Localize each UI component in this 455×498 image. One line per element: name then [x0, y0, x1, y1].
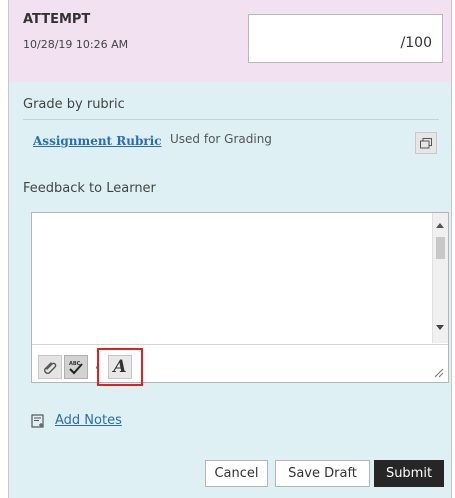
- attempt-title: ATTEMPT: [23, 12, 91, 27]
- scroll-up-icon[interactable]: [436, 223, 444, 228]
- rubric-link[interactable]: Assignment Rubric: [33, 134, 162, 148]
- attach-button[interactable]: [38, 355, 62, 379]
- scroll-thumb[interactable]: [436, 237, 445, 259]
- scroll-down-icon[interactable]: [436, 325, 444, 330]
- rubric-note: Used for Grading: [170, 132, 272, 146]
- editor-scrollbar[interactable]: [432, 213, 448, 343]
- resize-handle-icon[interactable]: [434, 368, 444, 378]
- add-notes-link[interactable]: Add Notes: [31, 413, 122, 428]
- feedback-textarea[interactable]: [32, 213, 432, 343]
- editor-toolbar: ABC A: [32, 344, 448, 386]
- grade-value: /100: [400, 35, 432, 51]
- feedback-editor[interactable]: ABC A: [31, 212, 449, 386]
- attempt-header: ATTEMPT 10/28/19 10:26 AM /100: [9, 0, 451, 82]
- spellcheck-button[interactable]: ABC: [64, 355, 88, 379]
- divider: [23, 119, 439, 120]
- add-notes-label[interactable]: Add Notes: [55, 413, 122, 428]
- paperclip-icon: [44, 362, 57, 374]
- rubric-open-button[interactable]: [415, 132, 437, 154]
- font-button-highlight: [97, 348, 143, 386]
- grade-by-rubric-label: Grade by rubric: [23, 97, 125, 112]
- spellcheck-icon: ABC: [69, 361, 83, 375]
- submit-button[interactable]: Submit: [374, 460, 444, 487]
- window-icon: [420, 137, 432, 148]
- attempt-date: 10/28/19 10:26 AM: [23, 38, 129, 51]
- notes-icon: [31, 413, 44, 428]
- grade-input[interactable]: /100: [248, 14, 443, 63]
- save-draft-button[interactable]: Save Draft: [275, 460, 370, 487]
- grading-panel: ATTEMPT 10/28/19 10:26 AM /100 Grade by …: [8, 0, 452, 498]
- cancel-button[interactable]: Cancel: [205, 460, 268, 487]
- feedback-label: Feedback to Learner: [23, 181, 156, 196]
